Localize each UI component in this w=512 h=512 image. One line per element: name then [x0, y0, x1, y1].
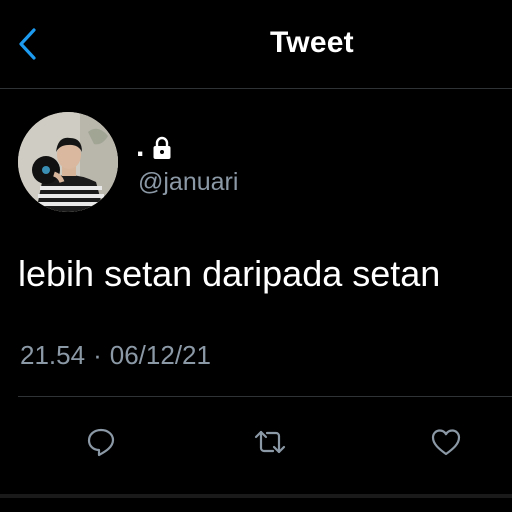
- tweet-detail-screen: Tweet . @januari lebih setan daripada se…: [0, 0, 512, 512]
- reply-button[interactable]: [77, 418, 125, 466]
- profile-photo: [18, 112, 118, 212]
- display-name[interactable]: .: [136, 128, 172, 163]
- header-divider: [0, 88, 512, 89]
- tweet-date: 06/12/21: [109, 340, 211, 370]
- retweet-button[interactable]: [246, 418, 294, 466]
- avatar[interactable]: [18, 112, 118, 212]
- reply-icon: [87, 428, 115, 457]
- tweet-time: 21.54: [20, 340, 86, 370]
- page-title: Tweet: [270, 26, 354, 59]
- bottom-edge: [0, 494, 512, 498]
- display-name-text: .: [136, 130, 145, 163]
- lock-icon: [153, 136, 171, 159]
- tweet-text: lebih setan daripada setan: [18, 253, 441, 294]
- timestamp-separator: ·: [93, 340, 102, 370]
- actions-divider: [18, 396, 512, 397]
- tweet-timestamp: 21.54 · 06/12/21: [20, 340, 211, 371]
- back-button[interactable]: [8, 22, 48, 66]
- user-handle[interactable]: @januari: [138, 168, 238, 197]
- top-bar: Tweet: [0, 0, 512, 88]
- chevron-left-icon: [19, 28, 36, 60]
- like-button[interactable]: [422, 418, 470, 466]
- retweet-icon: [254, 430, 286, 454]
- heart-icon: [431, 429, 461, 456]
